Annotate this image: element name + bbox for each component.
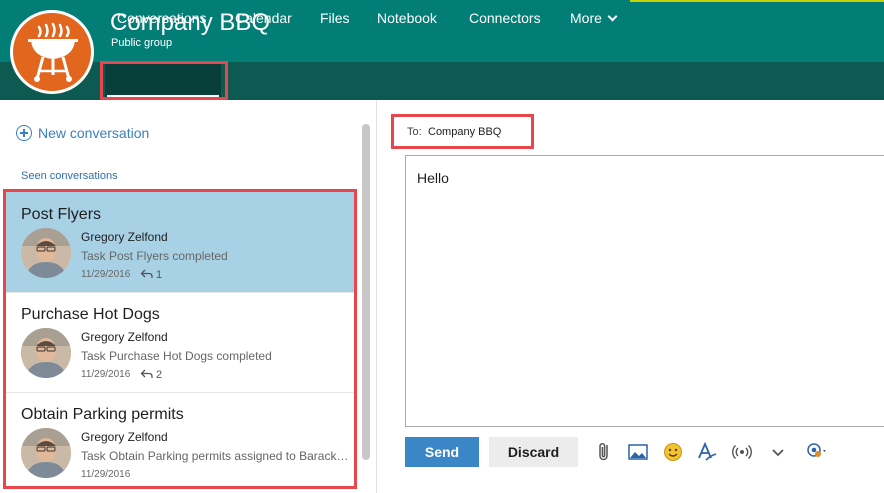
image-icon[interactable] — [627, 440, 649, 464]
message-body-text: Hello — [417, 170, 449, 186]
new-conversation-button[interactable]: New conversation — [16, 122, 149, 141]
send-button[interactable]: Send — [405, 437, 479, 467]
discard-button[interactable]: Discard — [489, 437, 578, 467]
chevron-down-icon[interactable] — [767, 440, 789, 464]
grill-icon — [28, 22, 78, 82]
group-privacy: Public group — [111, 37, 173, 49]
plus-circle-icon — [16, 125, 32, 141]
tab-files[interactable]: Files — [320, 0, 350, 38]
tab-conversations[interactable]: Conversations — [117, 0, 207, 38]
broadcast-icon[interactable] — [731, 440, 753, 464]
group-logo[interactable] — [10, 10, 94, 94]
tab-highlight-outline — [100, 61, 228, 100]
chevron-down-icon — [607, 11, 618, 22]
tab-connectors[interactable]: Connectors — [469, 0, 541, 38]
to-label: To: — [407, 126, 422, 138]
message-body-editor[interactable]: Hello — [405, 155, 884, 427]
emoji-icon[interactable] — [662, 440, 684, 464]
to-field[interactable]: To: Company BBQ — [391, 114, 534, 149]
header-accent-line — [630, 0, 884, 2]
list-scrollbar[interactable] — [362, 124, 370, 460]
tab-calendar[interactable]: Calendar — [235, 0, 292, 38]
pane-divider — [376, 100, 377, 493]
seen-conversations-heading: Seen conversations — [21, 170, 118, 182]
to-recipient: Company BBQ — [428, 126, 502, 138]
tab-more[interactable]: More — [570, 0, 618, 38]
tab-notebook[interactable]: Notebook — [377, 0, 437, 38]
attach-icon[interactable] — [594, 440, 616, 464]
tab-more-label: More — [570, 10, 602, 26]
conversation-list-highlight — [3, 189, 357, 489]
mention-icon[interactable] — [804, 440, 828, 464]
groups-app: Company BBQ Public group Conversations C… — [0, 0, 884, 493]
format-text-icon[interactable] — [696, 440, 718, 464]
new-conversation-label: New conversation — [38, 125, 150, 141]
